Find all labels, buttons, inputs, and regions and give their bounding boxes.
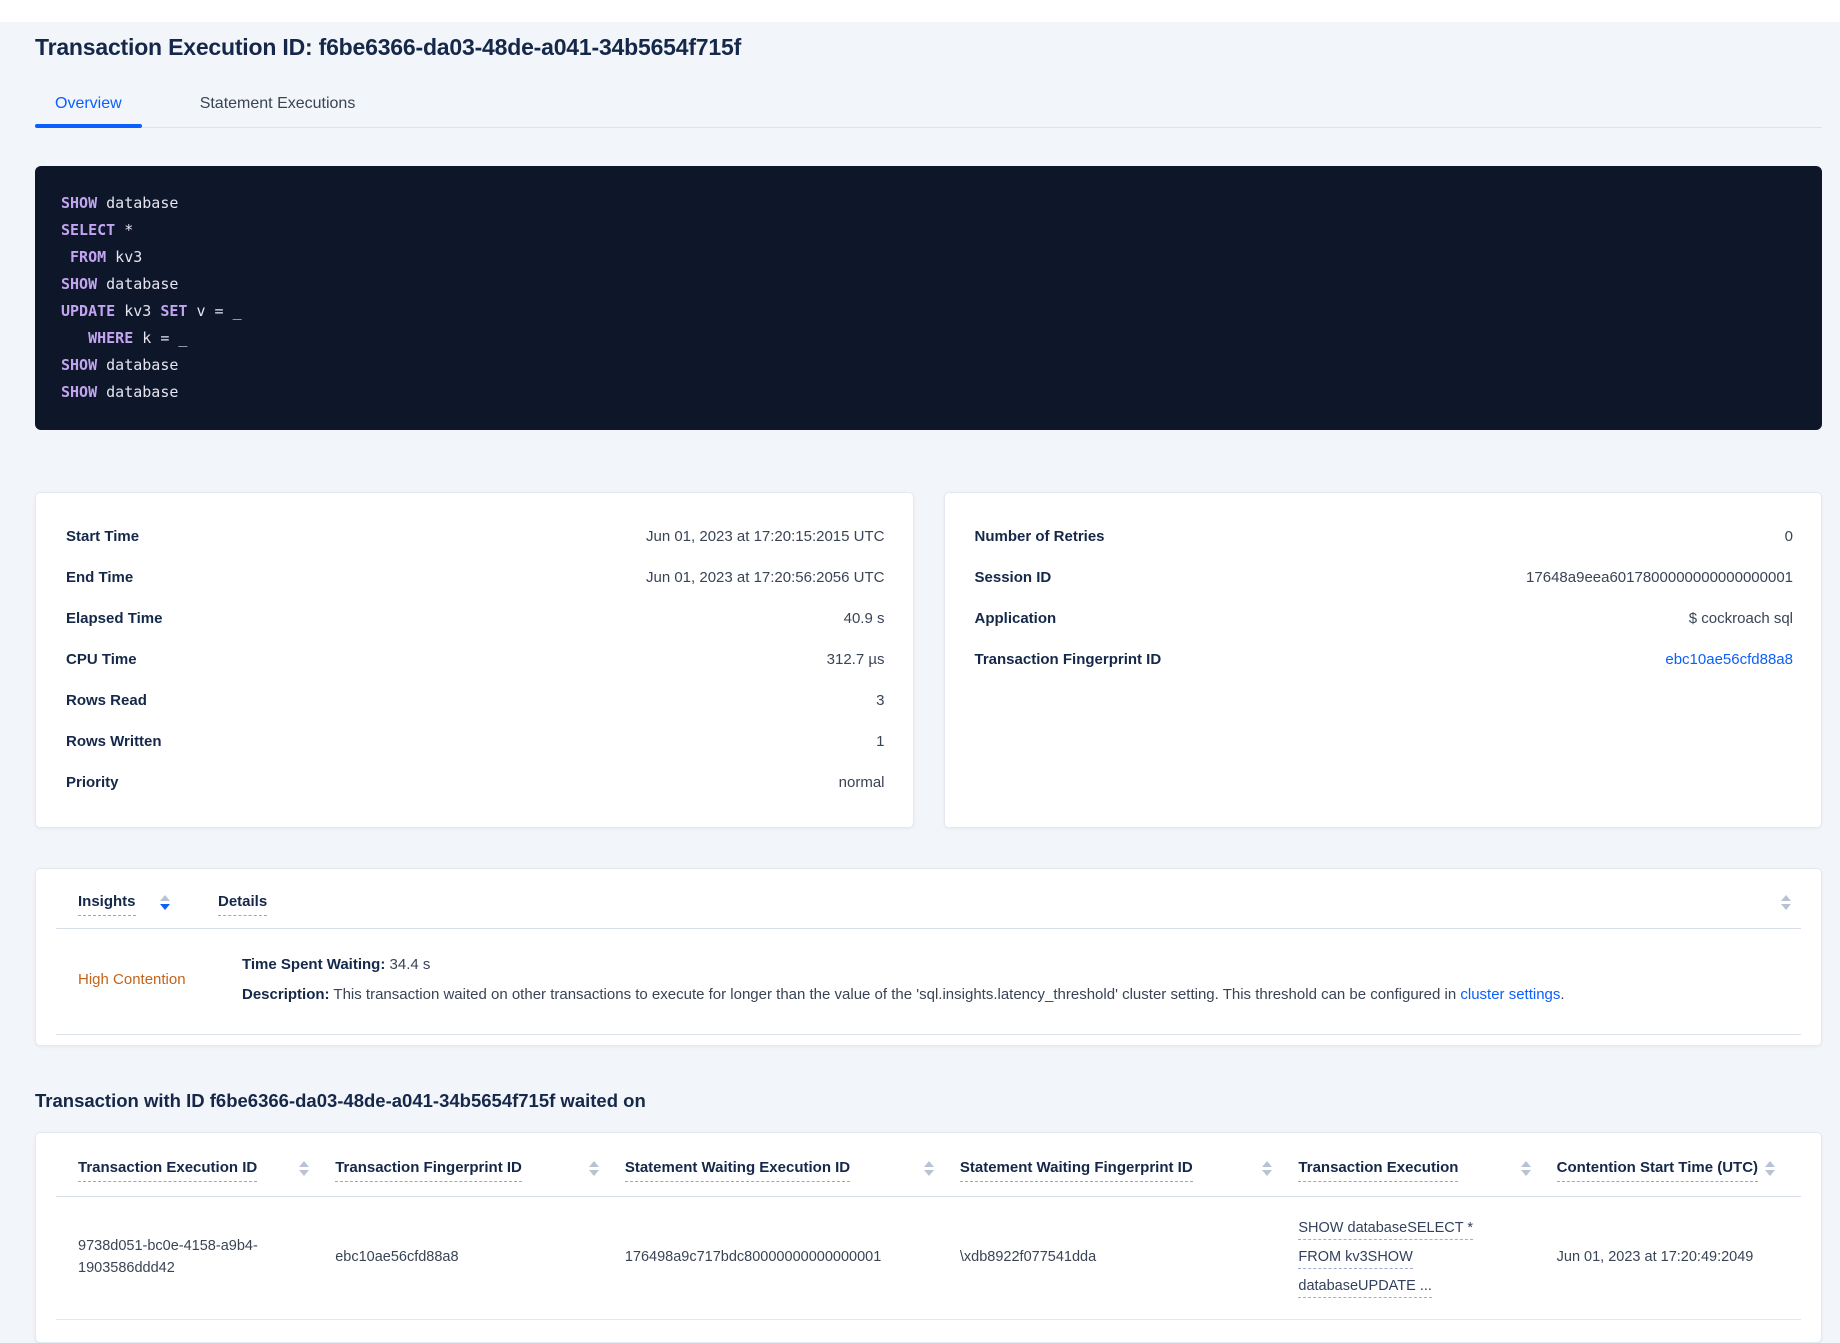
waited-on-heading: Transaction with ID f6be6366-da03-48de-a… — [35, 1090, 646, 1111]
description-label: Description: — [242, 986, 330, 1003]
stat-label: Rows Read — [66, 692, 147, 709]
sort-icon[interactable] — [923, 1161, 934, 1176]
sort-icon[interactable] — [1262, 1161, 1273, 1176]
column-label: Transaction Fingerprint ID — [335, 1159, 522, 1182]
stat-rows-read: Rows Read 3 — [66, 680, 885, 721]
stat-end-time: End Time Jun 01, 2023 at 17:20:56:2056 U… — [66, 557, 885, 598]
insight-row: High Contention Time Spent Waiting: 34.4… — [56, 929, 1801, 1035]
session-stats-card: Number of Retries 0 Session ID 17648a9ee… — [943, 492, 1822, 828]
stat-value: normal — [838, 774, 885, 791]
sort-icon[interactable] — [299, 1161, 310, 1176]
column-header-transaction-execution-id[interactable]: Transaction Execution ID — [56, 1159, 335, 1182]
stat-label: Number of Retries — [974, 528, 1105, 545]
sort-icon[interactable] — [588, 1161, 599, 1176]
column-header-statement-waiting-execution-id[interactable]: Statement Waiting Execution ID — [624, 1159, 960, 1182]
stat-value: 312.7 µs — [826, 651, 885, 668]
sort-icon[interactable] — [1781, 895, 1791, 910]
stat-label: CPU Time — [66, 651, 137, 668]
stat-label: Transaction Fingerprint ID — [974, 651, 1162, 668]
details-column-label: Details — [218, 893, 268, 916]
page-title: Transaction Execution ID: f6be6366-da03-… — [35, 34, 742, 60]
stat-elapsed-time: Elapsed Time 40.9 s — [66, 598, 885, 639]
sort-icon[interactable] — [1520, 1161, 1531, 1176]
stat-label: End Time — [66, 569, 134, 586]
cell-transaction-fingerprint-id: ebc10ae56cfd88a8 — [335, 1249, 459, 1265]
stat-number-of-retries: Number of Retries 0 — [975, 516, 1794, 557]
table-bottom-spacer — [56, 1320, 1801, 1342]
time-spent-waiting-line: Time Spent Waiting: 34.4 s — [242, 954, 1791, 975]
column-header-contention-start-time[interactable]: Contention Start Time (UTC) — [1556, 1159, 1801, 1182]
cell-contention-start-time: Jun 01, 2023 at 17:20:49:2049 — [1556, 1249, 1754, 1265]
stat-application: Application $ cockroach sql — [975, 598, 1794, 639]
stat-value: Jun 01, 2023 at 17:20:15:2015 UTC — [645, 528, 885, 545]
summary-cards: Start Time Jun 01, 2023 at 17:20:15:2015… — [35, 492, 1822, 828]
cell-transaction-execution-id: 9738d051-bc0e-4158-a9b4-1903586ddd42 — [78, 1238, 258, 1276]
description-line: Description: This transaction waited on … — [242, 984, 1791, 1005]
insights-table-header: Insights Details — [56, 877, 1801, 918]
tab-overview[interactable]: Overview — [35, 85, 142, 128]
transaction-fingerprint-id-link[interactable]: ebc10ae56cfd88a8 — [1665, 651, 1793, 668]
insight-details: Time Spent Waiting: 34.4 s Description: … — [242, 954, 1791, 1005]
stat-label: Elapsed Time — [66, 610, 163, 627]
cell-statement-waiting-fingerprint-id: \xdb8922f077541dda — [959, 1249, 1097, 1265]
page-content: Transaction Execution ID: f6be6366-da03-… — [0, 34, 1840, 1343]
top-whitespace-bar — [0, 0, 1840, 22]
stat-value: 17648a9eea6017800000000000000001 — [1526, 569, 1793, 586]
execution-stats-card: Start Time Jun 01, 2023 at 17:20:15:2015… — [35, 492, 914, 828]
column-label: Transaction Execution ID — [78, 1159, 258, 1182]
tab-bar: Overview Statement Executions — [35, 85, 1822, 128]
column-header-statement-waiting-fingerprint-id[interactable]: Statement Waiting Fingerprint ID — [959, 1159, 1299, 1182]
stat-cpu-time: CPU Time 312.7 µs — [66, 639, 885, 680]
sort-icon[interactable] — [1765, 1161, 1775, 1176]
stat-rows-written: Rows Written 1 — [66, 721, 885, 762]
column-label: Statement Waiting Execution ID — [624, 1159, 851, 1182]
waited-on-table-header: Transaction Execution ID Transaction Fin… — [56, 1139, 1801, 1184]
tab-statement-executions[interactable]: Statement Executions — [180, 85, 376, 127]
insights-column-label: Insights — [78, 893, 136, 916]
column-label: Transaction Execution — [1298, 1159, 1459, 1182]
sql-statements: SHOW database SELECT * FROM kv3 SHOW datab… — [35, 166, 1822, 430]
cell-statement-waiting-execution-id: 176498a9c717bdc80000000000000001 — [624, 1249, 882, 1265]
insights-card: Insights Details High Contention Time Sp… — [35, 868, 1822, 1046]
sort-icon[interactable] — [159, 895, 170, 910]
time-spent-waiting-label: Time Spent Waiting: — [242, 956, 386, 973]
stat-label: Priority — [66, 774, 119, 791]
transaction-execution-cell[interactable]: SHOW databaseSELECT * FROM kv3SHOW databas… — [1298, 1217, 1556, 1298]
cluster-settings-link[interactable]: cluster settings — [1460, 986, 1560, 1003]
column-label: Statement Waiting Fingerprint ID — [959, 1159, 1193, 1182]
stat-transaction-fingerprint-id: Transaction Fingerprint ID ebc10ae56cfd8… — [975, 639, 1794, 680]
details-column-header[interactable]: Details — [218, 893, 1781, 916]
column-header-transaction-execution[interactable]: Transaction Execution — [1298, 1159, 1556, 1182]
description-text: This transaction waited on other transac… — [329, 986, 1461, 1003]
stat-label: Session ID — [974, 569, 1052, 586]
insight-type-badge: High Contention — [78, 971, 186, 988]
description-suffix: . — [1560, 986, 1565, 1003]
stat-value: 3 — [876, 692, 885, 709]
stat-value: $ cockroach sql — [1688, 610, 1793, 627]
stat-value: Jun 01, 2023 at 17:20:56:2056 UTC — [645, 569, 885, 586]
stat-session-id: Session ID 17648a9eea6017800000000000000… — [975, 557, 1794, 598]
waited-on-table-row: 9738d051-bc0e-4158-a9b4-1903586ddd42 ebc… — [56, 1197, 1801, 1320]
column-header-transaction-fingerprint-id[interactable]: Transaction Fingerprint ID — [335, 1159, 625, 1182]
stat-start-time: Start Time Jun 01, 2023 at 17:20:15:2015… — [66, 516, 885, 557]
stat-value: 0 — [1784, 528, 1793, 545]
stat-value: 40.9 s — [843, 610, 885, 627]
insights-column-header[interactable]: Insights — [78, 893, 218, 916]
stat-label: Application — [974, 610, 1057, 627]
column-label: Contention Start Time (UTC) — [1556, 1159, 1759, 1182]
stat-label: Start Time — [66, 528, 140, 545]
time-spent-waiting-value: 34.4 s — [385, 956, 431, 973]
waited-on-table-card: Transaction Execution ID Transaction Fin… — [35, 1132, 1822, 1343]
stat-value: 1 — [876, 733, 885, 750]
stat-priority: Priority normal — [66, 762, 885, 803]
stat-label: Rows Written — [66, 733, 162, 750]
